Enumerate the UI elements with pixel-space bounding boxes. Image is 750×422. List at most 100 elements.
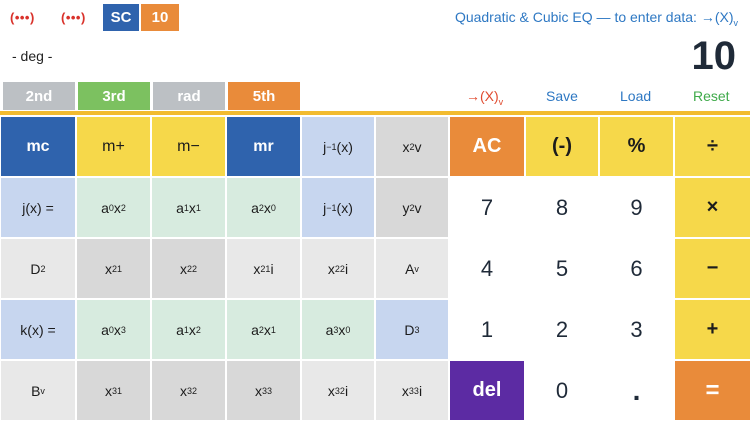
- hint-prefix: Quadratic & Cubic EQ — to enter data: →(…: [454, 9, 734, 25]
- key-text: x: [104, 260, 112, 277]
- key-sub: 31: [111, 385, 122, 396]
- x33i-button[interactable]: x 33 i: [376, 361, 448, 420]
- divide-button[interactable]: ÷: [675, 117, 750, 176]
- j-inverse-x-button-2[interactable]: j −1 (x): [302, 178, 374, 237]
- key-sup: 3: [120, 324, 126, 335]
- digit-7-button[interactable]: 7: [450, 178, 524, 237]
- x21i-button[interactable]: x 21 i: [227, 239, 300, 298]
- j-inverse-x-button[interactable]: j −1 (x): [302, 117, 374, 176]
- key-text: x: [254, 382, 262, 399]
- key-sub: 33: [261, 385, 272, 396]
- menu-dots-button-1[interactable]: (•••): [10, 10, 35, 25]
- key-text: x: [253, 260, 261, 277]
- add-button[interactable]: +: [675, 300, 750, 359]
- x33-button[interactable]: x 33: [227, 361, 300, 420]
- key-sup: 1: [195, 202, 201, 213]
- key-text: v: [414, 199, 422, 216]
- digit-3-button[interactable]: 3: [600, 300, 673, 359]
- reset-button[interactable]: Reset: [693, 88, 730, 104]
- x22i-button[interactable]: x 22 i: [302, 239, 374, 298]
- decimal-button[interactable]: .: [600, 361, 673, 420]
- m-plus-button[interactable]: m+: [77, 117, 150, 176]
- mode-5th-button[interactable]: 5th: [228, 82, 300, 110]
- ac-button[interactable]: AC: [450, 117, 524, 176]
- key-text: (x): [336, 138, 353, 155]
- x21-button[interactable]: x 21: [77, 239, 150, 298]
- digit-8-button[interactable]: 8: [526, 178, 598, 237]
- enter-x-button[interactable]: →(X)v: [466, 88, 503, 107]
- mr-button[interactable]: mr: [227, 117, 300, 176]
- d3-button[interactable]: D3: [376, 300, 448, 359]
- key-sub: 33: [408, 385, 419, 396]
- key-text: a: [251, 199, 259, 216]
- negate-button[interactable]: (-): [526, 117, 598, 176]
- key-text: a: [325, 321, 334, 338]
- base-badge[interactable]: 10: [141, 4, 179, 31]
- keypad: mc m+ m− mr j −1 (x) x2v AC (-) % ÷ j(x) =…: [0, 115, 750, 422]
- a1x2-button[interactable]: a1x2: [152, 300, 225, 359]
- key-sub: 3: [414, 324, 420, 335]
- key-text: x: [327, 382, 335, 399]
- subtract-button[interactable]: −: [675, 239, 750, 298]
- digit-2-button[interactable]: 2: [526, 300, 598, 359]
- load-button[interactable]: Load: [620, 88, 651, 104]
- x22-button[interactable]: x 22: [152, 239, 225, 298]
- enter-x-label: →(X): [466, 88, 499, 104]
- k-of-x-button[interactable]: k(x) =: [1, 300, 75, 359]
- x32i-button[interactable]: x 32 i: [302, 361, 374, 420]
- key-sub: 21: [111, 263, 122, 274]
- av-button[interactable]: Av: [376, 239, 448, 298]
- equals-button[interactable]: =: [675, 361, 750, 420]
- percent-button[interactable]: %: [600, 117, 673, 176]
- a0x2-button[interactable]: a0x2: [77, 178, 150, 237]
- a1x1-button[interactable]: a1x1: [152, 178, 225, 237]
- key-text: A: [405, 260, 415, 277]
- key-text: a: [251, 321, 259, 338]
- hint-text: Quadratic & Cubic EQ — to enter data: →(…: [455, 9, 738, 28]
- d2-button[interactable]: D2: [1, 239, 75, 298]
- key-text: a: [176, 321, 184, 338]
- save-button[interactable]: Save: [546, 88, 578, 104]
- key-sup: 0: [270, 202, 276, 213]
- key-text: y: [402, 199, 410, 216]
- x2v-button[interactable]: x2v: [376, 117, 448, 176]
- key-text: x: [188, 199, 196, 216]
- multiply-button[interactable]: ×: [675, 178, 750, 237]
- a2x1-button[interactable]: a2x1: [227, 300, 300, 359]
- angle-mode-label: - deg -: [12, 48, 53, 64]
- a2x0-button[interactable]: a2x0: [227, 178, 300, 237]
- x31-button[interactable]: x 31: [77, 361, 150, 420]
- bv-button[interactable]: Bv: [1, 361, 75, 420]
- menu-dots-button-2[interactable]: (•••): [61, 10, 86, 25]
- key-text: v: [414, 138, 422, 155]
- a3x0-button[interactable]: a3x0: [302, 300, 374, 359]
- a0x3-button[interactable]: a0x3: [77, 300, 150, 359]
- key-sub: 32: [186, 385, 197, 396]
- digit-9-button[interactable]: 9: [600, 178, 673, 237]
- mode-rad-button[interactable]: rad: [153, 82, 225, 110]
- digit-1-button[interactable]: 1: [450, 300, 524, 359]
- key-sub: v: [40, 385, 45, 396]
- digit-4-button[interactable]: 4: [450, 239, 524, 298]
- y2v-button[interactable]: y2v: [376, 178, 448, 237]
- j-of-x-button[interactable]: j(x) =: [1, 178, 75, 237]
- delete-button[interactable]: del: [450, 361, 524, 420]
- mode-2nd-button[interactable]: 2nd: [3, 82, 75, 110]
- key-text: x: [338, 321, 346, 338]
- m-minus-button[interactable]: m−: [152, 117, 225, 176]
- mc-button[interactable]: mc: [1, 117, 75, 176]
- digit-0-button[interactable]: 0: [526, 361, 598, 420]
- mode-3rd-button[interactable]: 3rd: [78, 82, 150, 110]
- key-text: x: [104, 382, 112, 399]
- key-text: D: [404, 321, 415, 338]
- key-text: D: [30, 260, 41, 277]
- x32-button[interactable]: x 32: [152, 361, 225, 420]
- digit-6-button[interactable]: 6: [600, 239, 673, 298]
- key-sub: 2: [40, 263, 46, 274]
- sc-mode-button[interactable]: SC: [103, 4, 139, 31]
- key-sup: 1: [270, 324, 276, 335]
- key-sub: 22: [186, 263, 197, 274]
- digit-5-button[interactable]: 5: [526, 239, 598, 298]
- key-text: x: [402, 138, 410, 155]
- key-text: x: [179, 382, 187, 399]
